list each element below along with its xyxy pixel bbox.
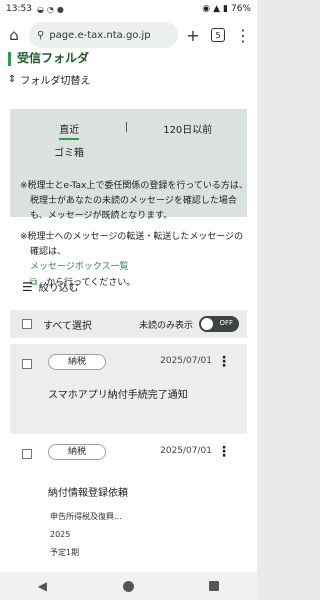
- home-icon[interactable]: ⌂: [5, 26, 23, 44]
- note-forwarding: ※税理士へのメッセージの転送・転送したメッセージの確認は、: [20, 232, 244, 257]
- home-circle-icon[interactable]: [122, 580, 134, 592]
- new-tab-icon[interactable]: +: [184, 26, 202, 45]
- detail-period: 予定1期: [50, 548, 80, 557]
- message-menu-icon[interactable]: ⋮: [217, 444, 231, 460]
- unread-only-label: 未読のみ表示: [138, 320, 193, 331]
- signal-icon: ▲: [213, 4, 221, 14]
- notification-icon: ●: [56, 4, 64, 14]
- category-badge: 納税: [48, 354, 106, 370]
- url-text: page.e-tax.nta.go.jp: [49, 29, 151, 41]
- page-title: 受信フォルダ: [8, 52, 89, 66]
- message-checkbox[interactable]: [22, 359, 32, 369]
- message-item[interactable]: 納税 2025/07/01 ⋮ 納付情報登録依頼 申告所得税及復興… 2025 …: [10, 434, 247, 572]
- select-all-label: すべて選択: [43, 320, 92, 332]
- folder-switch-label: フォルダ切替え: [20, 76, 91, 87]
- tab-divider: [126, 122, 127, 132]
- wifi-icon: ◉: [202, 4, 211, 14]
- back-triangle-icon[interactable]: ◀: [38, 579, 47, 593]
- toggle-knob: [201, 318, 213, 330]
- message-box-list-link[interactable]: メッセージボックス一覧: [30, 262, 129, 272]
- notification-icons: ◒ ◔ ●: [37, 5, 64, 14]
- swap-icon: ⇕: [8, 74, 17, 85]
- tab-recent-label: 直近: [59, 125, 80, 140]
- message-title[interactable]: 納付情報登録依頼: [48, 484, 128, 499]
- filter-label: 絞り込む: [38, 283, 79, 294]
- battery-icon: ▮: [223, 4, 228, 14]
- recent-apps-icon[interactable]: [209, 581, 220, 591]
- tab-recent[interactable]: 直近: [10, 117, 129, 140]
- site-settings-icon[interactable]: ⚲: [37, 30, 44, 41]
- toggle-state: OFF: [219, 319, 233, 327]
- tab-older-label: 120日以前: [163, 125, 213, 136]
- notification-icon: ◔: [46, 4, 54, 14]
- url-bar[interactable]: ⚲ page.e-tax.nta.go.jp: [29, 22, 178, 48]
- tab-trash[interactable]: ゴミ箱: [54, 144, 84, 159]
- browser-toolbar: ⌂ ⚲ page.e-tax.nta.go.jp + 5 ⋮: [0, 18, 257, 52]
- status-bar: 13:53 ◒ ◔ ● ◉ ▲ ▮ 76%: [0, 0, 257, 18]
- note-link-row: メッセージボックス一覧: [20, 260, 250, 275]
- filter-button[interactable]: ☰ 絞り込む: [22, 279, 79, 295]
- message-title[interactable]: スマホアプリ納付手続完了通知: [48, 386, 188, 401]
- tab-switcher-button[interactable]: 5: [211, 28, 225, 42]
- detail-tax-item: 申告所得税及復興…: [50, 512, 122, 521]
- menu-kebab-icon[interactable]: ⋮: [234, 26, 252, 45]
- filter-icon: ☰: [22, 279, 33, 294]
- unread-only-toggle[interactable]: OFF: [199, 316, 239, 332]
- message-date: 2025/07/01: [160, 356, 212, 366]
- notes-section: ※税理士とe-Tax上で委任関係の登録を行っている方は、税理士があなたの未読のメ…: [20, 179, 250, 291]
- notification-icon: ◒: [36, 4, 44, 14]
- select-all-checkbox[interactable]: [22, 319, 32, 329]
- select-bar: すべて選択 未読のみ表示 OFF: [10, 310, 247, 338]
- message-menu-icon[interactable]: ⋮: [217, 354, 231, 370]
- message-date: 2025/07/01: [160, 446, 212, 456]
- battery-percent: 76%: [230, 4, 251, 14]
- category-badge: 納税: [48, 444, 106, 460]
- system-nav-bar: ◀: [0, 572, 257, 600]
- status-time: 13:53: [6, 4, 32, 14]
- note-delegation: ※税理士とe-Tax上で委任関係の登録を行っている方は、税理士があなたの未読のメ…: [20, 181, 248, 221]
- folder-switch-button[interactable]: ⇕ フォルダ切替え: [8, 72, 90, 87]
- message-checkbox[interactable]: [22, 449, 32, 459]
- tab-older[interactable]: 120日以前: [129, 117, 248, 140]
- detail-year: 2025: [50, 530, 71, 539]
- message-details: 申告所得税及復興… 2025 予定1期: [50, 508, 122, 562]
- page-content: 受信フォルダ ⇕ フォルダ切替え 直近 120日以前 ゴミ箱 ※税理士とe-Ta…: [0, 52, 257, 572]
